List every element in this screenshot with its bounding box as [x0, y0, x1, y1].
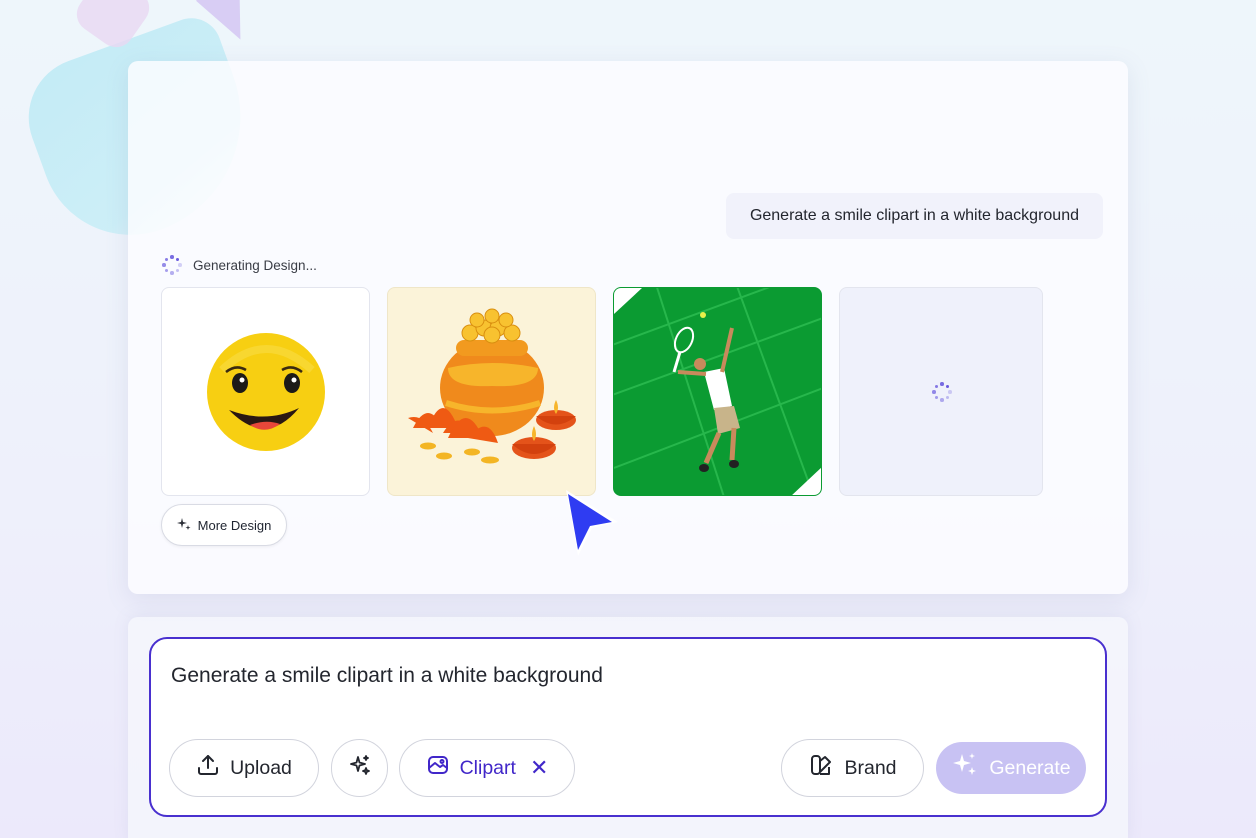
- generate-button[interactable]: Generate: [936, 742, 1086, 794]
- clipart-icon: [426, 753, 450, 783]
- result-card-diwali[interactable]: [387, 287, 596, 496]
- upload-icon: [196, 753, 220, 783]
- smile-clipart-image: [207, 333, 325, 451]
- prompt-input-box[interactable]: Generate a smile clipart in a white back…: [149, 637, 1107, 817]
- more-design-label: More Design: [197, 517, 272, 533]
- clipart-chip-label: Clipart: [459, 756, 516, 779]
- chat-panel: Generate a smile clipart in a white back…: [128, 61, 1128, 594]
- result-cards: [161, 287, 1043, 496]
- sparkles-icon: [951, 751, 979, 785]
- composer-panel: Generate a smile clipart in a white back…: [128, 617, 1128, 838]
- result-card-loading: [839, 287, 1043, 496]
- result-card-smile[interactable]: [161, 287, 370, 496]
- clipart-chip[interactable]: Clipart ✕: [399, 739, 575, 797]
- upload-label: Upload: [230, 756, 292, 779]
- mouse-pointer-icon: [556, 484, 626, 569]
- more-design-button[interactable]: More Design: [161, 504, 287, 546]
- sparkle-icon: [176, 517, 191, 534]
- user-prompt-bubble: Generate a smile clipart in a white back…: [725, 193, 1103, 239]
- diwali-pot-clipart-image: [408, 308, 576, 464]
- loading-spinner-icon: [161, 254, 183, 276]
- tennis-player-clipart-image: [614, 288, 821, 495]
- loading-spinner-icon: [931, 381, 953, 403]
- close-icon[interactable]: ✕: [530, 755, 548, 781]
- brand-label: Brand: [844, 756, 897, 779]
- brand-button[interactable]: Brand: [781, 739, 924, 797]
- result-card-tennis[interactable]: [613, 287, 822, 496]
- prompt-input[interactable]: Generate a smile clipart in a white back…: [171, 664, 603, 688]
- brand-palette-icon: [808, 752, 834, 784]
- generate-label: Generate: [989, 756, 1071, 779]
- magic-enhance-button[interactable]: [331, 739, 388, 797]
- sparkles-icon: [349, 754, 371, 782]
- status-text: Generating Design...: [193, 257, 317, 273]
- upload-button[interactable]: Upload: [169, 739, 319, 797]
- generating-status: Generating Design...: [161, 255, 317, 275]
